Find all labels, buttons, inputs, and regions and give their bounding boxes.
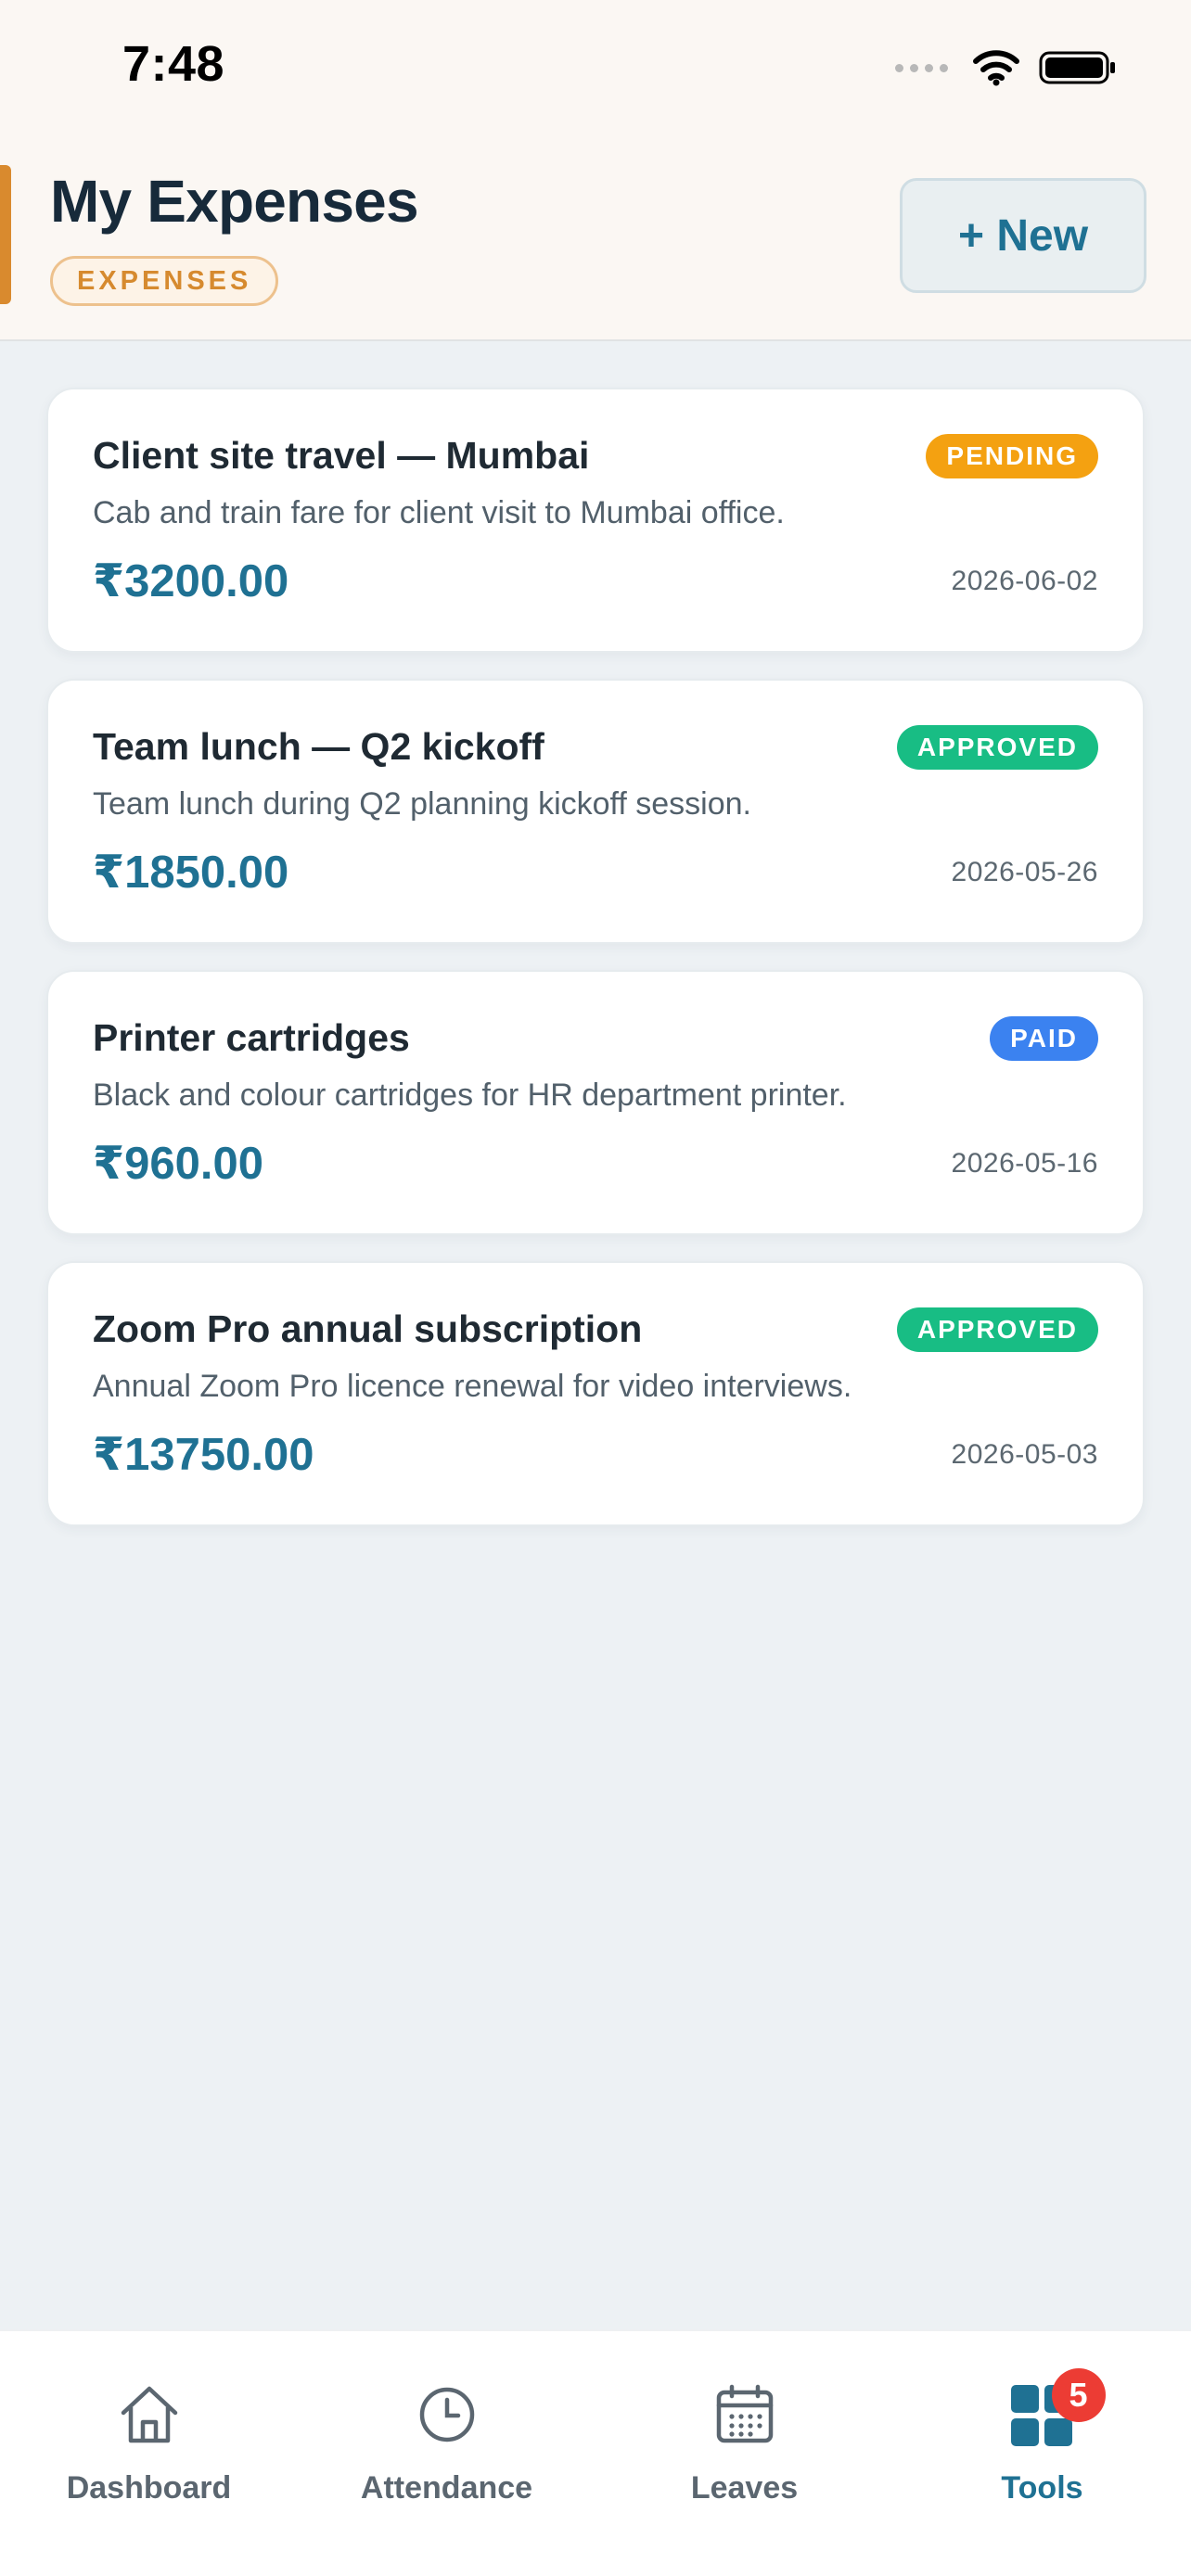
expense-card[interactable]: Team lunch — Q2 kickoff APPROVED Team lu…: [46, 679, 1145, 944]
header: 7:48 My Expenses EXPENSES + New: [0, 0, 1191, 341]
home-icon: [121, 2386, 177, 2443]
status-badge: PAID: [990, 1016, 1098, 1061]
battery-icon: [1039, 51, 1115, 84]
expense-title: Printer cartridges: [93, 1016, 410, 1059]
expenses-screen: 7:48 My Expenses EXPENSES + New Client s: [0, 0, 1191, 2576]
expense-list: Client site travel — Mumbai PENDING Cab …: [46, 388, 1145, 1552]
expense-description: Annual Zoom Pro licence renewal for vide…: [93, 1369, 852, 1404]
clock-icon: [419, 2387, 474, 2442]
status-badge: APPROVED: [896, 725, 1098, 770]
wifi-icon: [973, 50, 1019, 86]
section-badge: EXPENSES: [50, 256, 279, 306]
header-accent-bar: [0, 165, 11, 304]
page-title: My Expenses: [50, 168, 419, 235]
expense-description: Team lunch during Q2 planning kickoff se…: [93, 786, 751, 822]
nav-item-tools[interactable]: 5 Tools: [893, 2331, 1191, 2576]
expense-amount: ₹1850.00: [93, 848, 289, 898]
expense-description: Cab and train fare for client visit to M…: [93, 495, 785, 530]
expense-date: 2026-06-02: [951, 566, 1098, 596]
status-icons: [895, 45, 1117, 91]
cellular-signal-icon: [895, 63, 948, 72]
expense-date: 2026-05-03: [951, 1439, 1098, 1470]
status-time: 7:48: [122, 36, 225, 92]
expense-card[interactable]: Client site travel — Mumbai PENDING Cab …: [46, 388, 1145, 653]
nav-label: Tools: [1001, 2470, 1083, 2506]
bottom-nav: Dashboard Attendance Leaves 5 Tools: [0, 2329, 1191, 2576]
expense-title: Client site travel — Mumbai: [93, 434, 590, 477]
new-expense-button[interactable]: + New: [900, 178, 1146, 293]
tools-icon-wrap: 5: [1005, 2368, 1106, 2452]
nav-label: Attendance: [360, 2470, 533, 2506]
expense-amount: ₹3200.00: [93, 556, 289, 606]
nav-label: Dashboard: [66, 2470, 232, 2506]
nav-label: Leaves: [690, 2470, 799, 2506]
expense-amount: ₹13750.00: [93, 1430, 314, 1480]
status-badge: PENDING: [926, 434, 1098, 478]
notification-badge: 5: [1051, 2368, 1106, 2422]
expense-date: 2026-05-16: [951, 1148, 1098, 1179]
expense-description: Black and colour cartridges for HR depar…: [93, 1078, 847, 1113]
nav-item-leaves[interactable]: Leaves: [596, 2331, 893, 2576]
expense-date: 2026-05-26: [951, 857, 1098, 887]
nav-item-attendance[interactable]: Attendance: [298, 2331, 596, 2576]
expense-card[interactable]: Printer cartridges PAID Black and colour…: [46, 970, 1145, 1235]
calendar-icon: [716, 2384, 773, 2443]
status-badge: APPROVED: [896, 1307, 1098, 1352]
expense-amount: ₹960.00: [93, 1139, 263, 1189]
expense-card[interactable]: Zoom Pro annual subscription APPROVED An…: [46, 1261, 1145, 1526]
expense-title: Zoom Pro annual subscription: [93, 1307, 643, 1350]
nav-item-dashboard[interactable]: Dashboard: [0, 2331, 298, 2576]
expense-title: Team lunch — Q2 kickoff: [93, 725, 544, 768]
